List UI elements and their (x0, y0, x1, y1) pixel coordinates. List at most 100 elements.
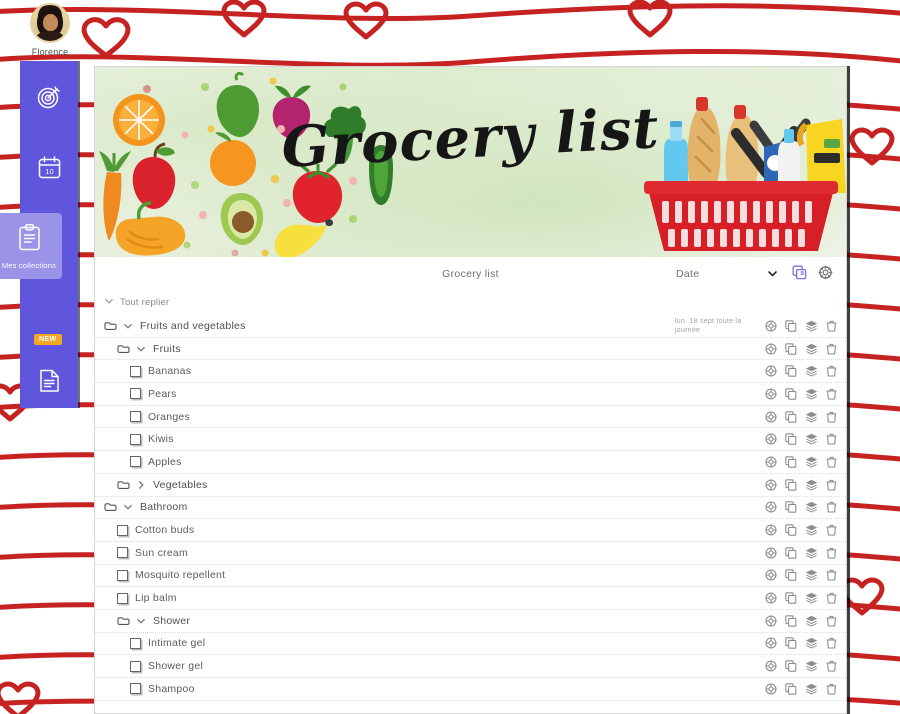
duplicate-icon[interactable] (785, 501, 797, 514)
duplicate-icon[interactable] (785, 365, 797, 377)
duplicate-icon[interactable] (785, 683, 797, 695)
layers-icon[interactable] (805, 479, 818, 491)
duplicate-icon[interactable] (785, 592, 797, 604)
color-palette-icon[interactable] (765, 342, 777, 355)
chevron-down-icon[interactable] (136, 344, 146, 354)
trash-icon[interactable] (826, 524, 837, 536)
list-task-row[interactable]: Oranges (95, 406, 846, 429)
duplicate-icon[interactable] (785, 410, 797, 423)
layers-icon[interactable] (805, 547, 818, 559)
task-checkbox[interactable] (130, 388, 141, 400)
folder-icon[interactable] (117, 616, 130, 626)
trash-icon[interactable] (826, 569, 837, 581)
folder-icon[interactable] (104, 321, 117, 331)
duplicate-icon[interactable] (785, 615, 797, 627)
duplicate-icon[interactable] (785, 478, 797, 491)
collapse-all-button[interactable]: Tout replier (95, 290, 846, 315)
layers-icon[interactable] (805, 592, 818, 604)
color-palette-icon[interactable] (765, 615, 777, 627)
duplicate-icon[interactable] (792, 265, 807, 283)
trash-icon[interactable] (826, 388, 837, 400)
list-task-row[interactable]: Pears (95, 383, 846, 406)
list-task-row[interactable]: Lip balm (95, 587, 846, 610)
duplicate-icon[interactable] (785, 546, 797, 559)
list-task-row[interactable]: Shampoo (95, 678, 846, 701)
color-palette-icon[interactable] (765, 524, 777, 536)
layers-icon[interactable] (805, 320, 818, 332)
color-palette-icon[interactable] (765, 592, 777, 604)
collection-title[interactable]: Grocery list (95, 268, 846, 280)
list-task-row[interactable]: Shower gel (95, 655, 846, 678)
duplicate-icon[interactable] (785, 342, 797, 355)
duplicate-icon[interactable] (785, 660, 797, 672)
list-group-row[interactable]: Bathroom (95, 497, 846, 520)
gear-icon[interactable] (818, 265, 833, 283)
layers-icon[interactable] (805, 456, 818, 468)
chevron-down-icon[interactable] (136, 616, 146, 626)
chevron-down-icon[interactable] (123, 321, 133, 331)
trash-icon[interactable] (826, 343, 837, 355)
layers-icon[interactable] (805, 365, 818, 377)
trash-icon[interactable] (826, 683, 837, 695)
color-palette-icon[interactable] (765, 388, 777, 400)
task-checkbox[interactable] (117, 547, 128, 559)
layers-icon[interactable] (805, 411, 818, 423)
list-task-row[interactable]: Bananas (95, 360, 846, 384)
duplicate-icon[interactable] (785, 569, 797, 582)
task-checkbox[interactable] (130, 637, 141, 649)
list-task-row[interactable]: Cotton buds (95, 519, 846, 542)
trash-icon[interactable] (826, 365, 837, 377)
color-palette-icon[interactable] (765, 365, 777, 377)
folder-icon[interactable] (117, 344, 130, 354)
list-task-row[interactable]: Intimate gel (95, 633, 846, 656)
color-palette-icon[interactable] (765, 660, 777, 672)
task-checkbox[interactable] (117, 524, 128, 536)
layers-icon[interactable] (805, 524, 818, 536)
color-palette-icon[interactable] (765, 479, 777, 491)
color-palette-icon[interactable] (765, 411, 777, 423)
task-checkbox[interactable] (130, 456, 141, 468)
trash-icon[interactable] (826, 592, 837, 604)
sidebar-item-notes[interactable]: NEW (20, 334, 78, 416)
layers-icon[interactable] (805, 637, 818, 649)
task-checkbox[interactable] (130, 433, 141, 445)
duplicate-icon[interactable] (785, 637, 797, 650)
task-checkbox[interactable] (130, 411, 141, 423)
trash-icon[interactable] (826, 547, 837, 559)
folder-icon[interactable] (104, 502, 117, 512)
task-checkbox[interactable] (130, 660, 141, 672)
list-group-row[interactable]: Fruits and vegetables lun. 18 sept toute… (95, 315, 846, 338)
color-palette-icon[interactable] (765, 320, 777, 332)
list-task-row[interactable]: Sun cream (95, 542, 846, 565)
trash-icon[interactable] (826, 660, 837, 672)
color-palette-icon[interactable] (765, 569, 777, 581)
chevron-down-icon[interactable] (123, 502, 133, 512)
layers-icon[interactable] (805, 660, 818, 672)
list-task-row[interactable]: Apples (95, 451, 846, 474)
layers-icon[interactable] (805, 388, 818, 400)
layers-icon[interactable] (805, 343, 818, 355)
trash-icon[interactable] (826, 456, 837, 468)
layers-icon[interactable] (805, 501, 818, 513)
trash-icon[interactable] (826, 501, 837, 513)
folder-icon[interactable] (117, 480, 130, 490)
color-palette-icon[interactable] (765, 637, 777, 650)
task-checkbox[interactable] (130, 365, 141, 377)
trash-icon[interactable] (826, 637, 837, 650)
layers-icon[interactable] (805, 615, 818, 627)
trash-icon[interactable] (826, 320, 837, 332)
list-group-row[interactable]: Shower (95, 610, 846, 633)
avatar[interactable] (30, 3, 70, 43)
sidebar-item-goals[interactable] (20, 61, 78, 132)
duplicate-icon[interactable] (785, 524, 797, 536)
color-palette-icon[interactable] (765, 456, 777, 468)
duplicate-icon[interactable] (785, 388, 797, 400)
duplicate-icon[interactable] (785, 456, 797, 468)
color-palette-icon[interactable] (765, 547, 777, 559)
chevron-right-icon[interactable] (136, 480, 146, 490)
list-group-row[interactable]: Fruits (95, 338, 846, 361)
trash-icon[interactable] (826, 411, 837, 423)
layers-icon[interactable] (805, 569, 818, 581)
duplicate-icon[interactable] (785, 433, 797, 446)
color-palette-icon[interactable] (765, 433, 777, 445)
